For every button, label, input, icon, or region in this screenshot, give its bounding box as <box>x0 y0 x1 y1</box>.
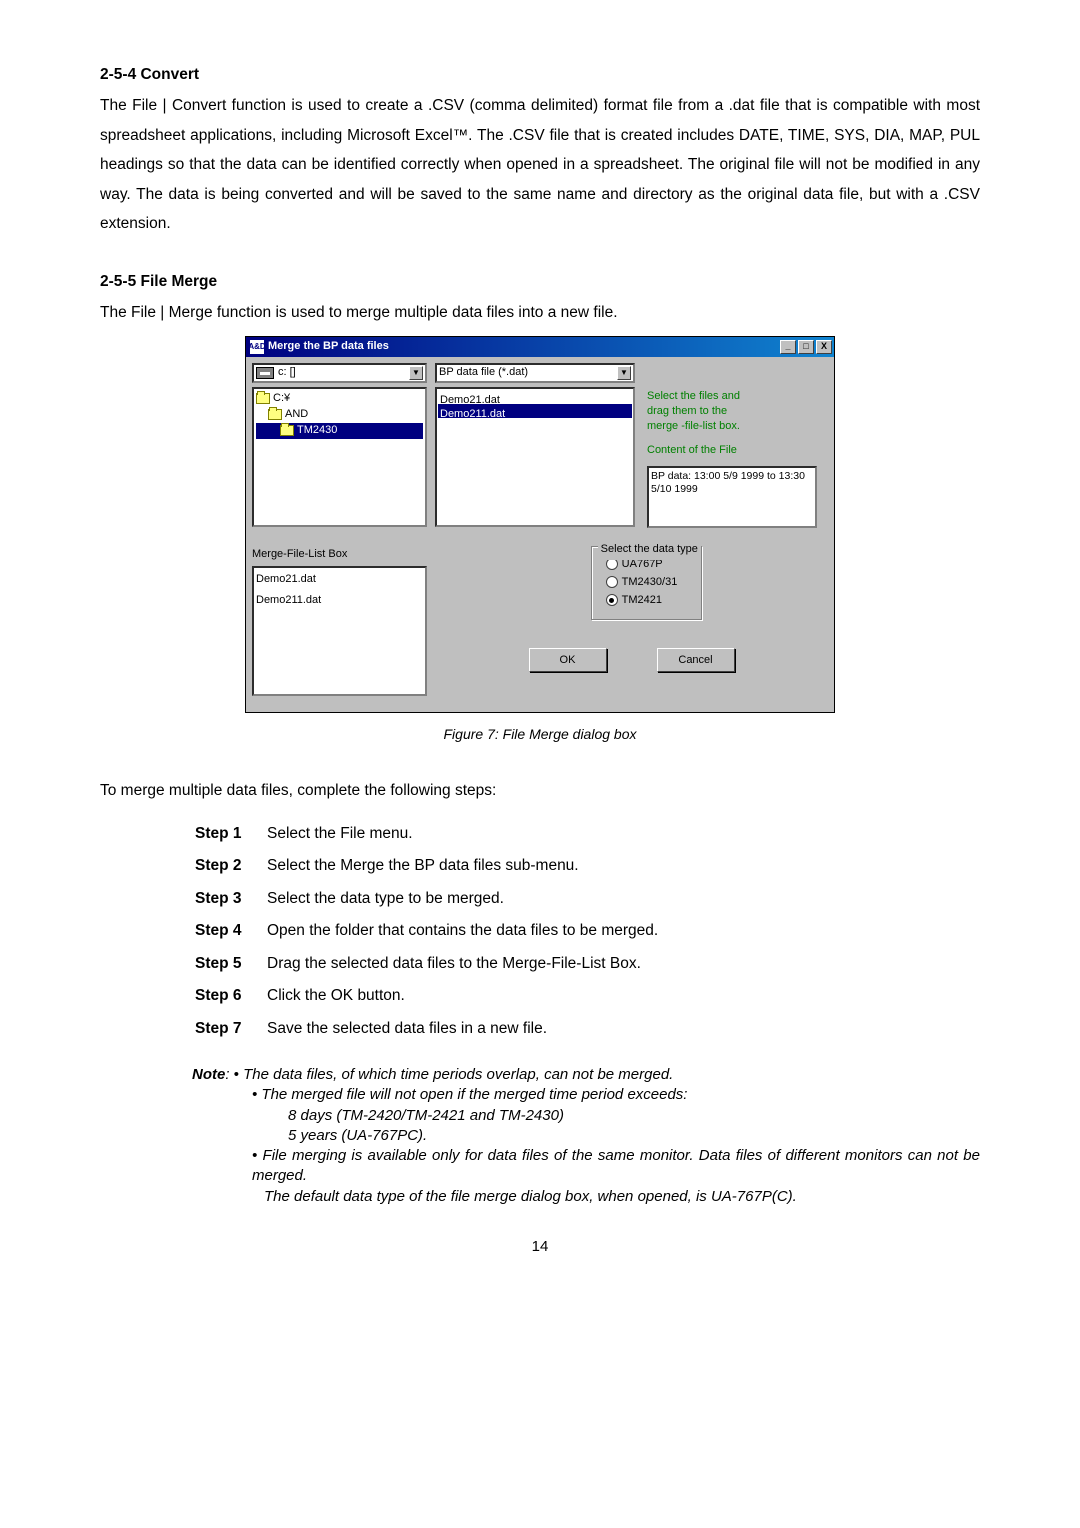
cancel-button[interactable]: Cancel <box>657 648 735 672</box>
folder-item[interactable]: C:¥ <box>256 391 423 407</box>
folder-tree[interactable]: C:¥ AND TM2430 <box>252 387 427 527</box>
minimize-button[interactable]: _ <box>780 340 796 354</box>
folder-item[interactable]: AND <box>256 407 423 423</box>
note-block: Note: • The data files, of which time pe… <box>192 1065 980 1207</box>
para-convert: The File | Convert function is used to c… <box>100 91 980 238</box>
info-panel: Select the files and drag them to the me… <box>643 387 828 531</box>
chevron-down-icon: ▼ <box>617 366 631 380</box>
merge-steps-intro: To merge multiple data files, complete t… <box>100 776 980 805</box>
group-legend: Select the data type <box>598 539 701 560</box>
radio-icon <box>606 594 618 606</box>
folder-icon <box>280 425 294 436</box>
app-icon: A&D <box>250 340 264 354</box>
heading-2-5-5: 2-5-5 File Merge <box>100 267 980 296</box>
merge-list-item[interactable]: Demo211.dat <box>256 590 423 611</box>
radio-tm2421[interactable]: TM2421 <box>606 591 678 609</box>
merge-dialog: A&D Merge the BP data files _ □ X c: [] … <box>245 336 835 713</box>
heading-2-5-4: 2-5-4 Convert <box>100 60 980 89</box>
radio-icon <box>606 576 618 588</box>
figure-caption: Figure 7: File Merge dialog box <box>100 721 980 748</box>
merge-file-list[interactable]: Demo21.dat Demo211.dat <box>252 566 427 696</box>
steps-list: Step 1Select the File menu. Step 2Select… <box>195 819 980 1043</box>
file-item-selected[interactable]: Demo211.dat <box>438 404 632 418</box>
close-button[interactable]: X <box>816 340 832 354</box>
merge-list-label: Merge-File-List Box <box>252 544 427 565</box>
file-list[interactable]: Demo21.dat Demo211.dat <box>435 387 635 527</box>
drive-dropdown[interactable]: c: [] ▼ <box>252 363 427 383</box>
radio-tm2430[interactable]: TM2430/31 <box>606 573 678 591</box>
drive-icon <box>256 367 274 379</box>
page-number: 14 <box>100 1233 980 1262</box>
ok-button[interactable]: OK <box>529 648 607 672</box>
file-filter-dropdown[interactable]: BP data file (*.dat) ▼ <box>435 363 635 383</box>
dialog-titlebar: A&D Merge the BP data files _ □ X <box>246 337 834 357</box>
folder-item-selected[interactable]: TM2430 <box>256 423 423 439</box>
folder-icon <box>256 393 270 404</box>
drive-text: c: [] <box>278 362 296 383</box>
file-content-box: BP data: 13:00 5/9 1999 to 13:30 5/10 19… <box>647 466 817 528</box>
chevron-down-icon: ▼ <box>409 366 423 380</box>
folder-icon <box>268 409 282 420</box>
merge-list-item[interactable]: Demo21.dat <box>256 569 423 590</box>
dialog-title: Merge the BP data files <box>268 336 389 357</box>
maximize-button[interactable]: □ <box>798 340 814 354</box>
data-type-group: Select the data type UA767P TM2430/31 TM… <box>591 546 703 620</box>
para-merge-intro: The File | Merge function is used to mer… <box>100 298 980 327</box>
dialog-screenshot: A&D Merge the BP data files _ □ X c: [] … <box>100 336 980 713</box>
file-item[interactable]: Demo21.dat <box>438 390 632 404</box>
filter-text: BP data file (*.dat) <box>439 362 528 383</box>
